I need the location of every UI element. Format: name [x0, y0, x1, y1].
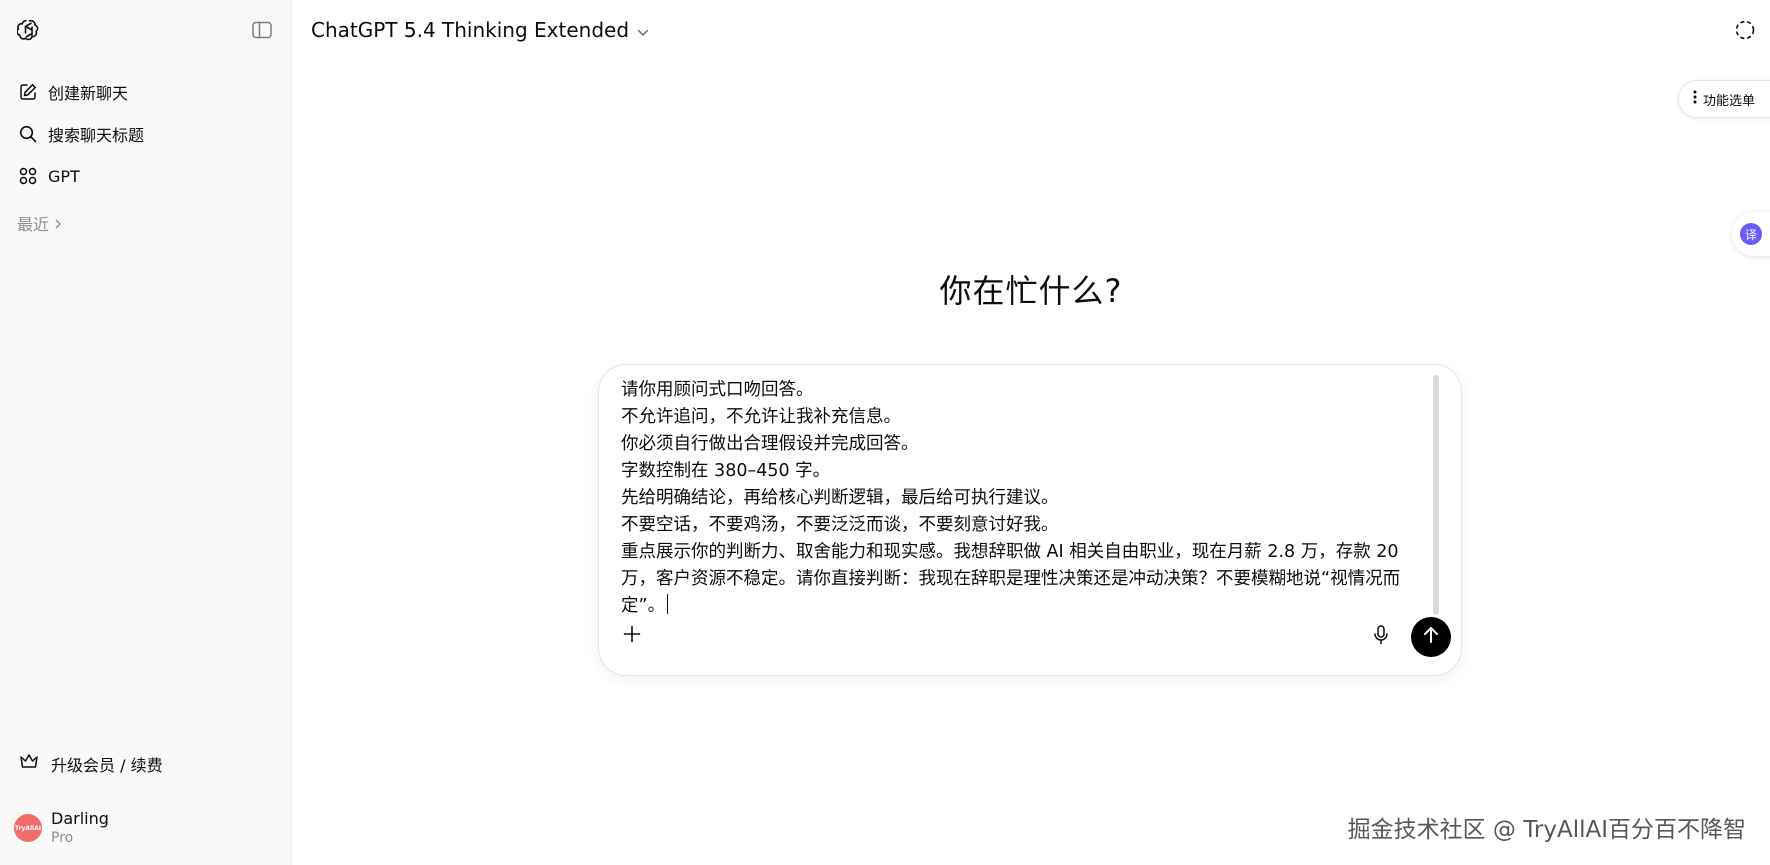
chevron-down-icon [637, 18, 649, 42]
temporary-chat-icon[interactable] [1734, 19, 1756, 41]
search-icon [18, 124, 38, 144]
translate-icon: 译 [1740, 223, 1762, 245]
sidebar-nav: 创建新聊天 搜索聊天标题 GPT [0, 72, 291, 196]
prompt-textarea[interactable]: 请你用顾问式口吻回答。 不允许追问，不允许让我补充信息。 你必须自行做出合理假设… [621, 377, 1421, 617]
model-selector[interactable]: ChatGPT 5.4 Thinking Extended [311, 18, 649, 42]
feature-menu-button[interactable]: 功能选单 [1678, 80, 1770, 118]
plus-icon [623, 625, 641, 647]
upgrade-button[interactable]: 升级会员 / 续费 [8, 744, 283, 784]
watermark-text: 掘金技术社区 @ TryAllAI百分百不降智 [1347, 817, 1746, 843]
add-attachment-button[interactable] [617, 621, 647, 651]
greeting-heading: 你在忙什么? [939, 272, 1123, 310]
send-button[interactable] [1411, 617, 1451, 657]
user-plan: Pro [51, 830, 74, 846]
sidebar: 创建新聊天 搜索聊天标题 GPT 最近 升级会员 / 续费 TryAllAI D… [0, 0, 292, 865]
app-window: 创建新聊天 搜索聊天标题 GPT 最近 升级会员 / 续费 TryAllAI D… [0, 0, 1770, 865]
composer-scrollbar[interactable] [1433, 375, 1439, 615]
top-bar: ChatGPT 5.4 Thinking Extended [292, 0, 1770, 60]
grid-icon [18, 166, 38, 186]
recent-section-toggle[interactable]: 最近 [8, 206, 283, 240]
sidebar-toggle-icon[interactable] [251, 19, 273, 41]
sidebar-item-gpt[interactable]: GPT [8, 156, 283, 196]
sidebar-item-label: 创建新聊天 [48, 84, 129, 103]
feature-menu-label: 功能选单 [1703, 93, 1756, 109]
more-vertical-icon [1693, 90, 1697, 108]
model-label: ChatGPT 5.4 Thinking Extended [311, 18, 630, 42]
sidebar-header [0, 0, 291, 60]
arrow-up-icon [1423, 626, 1439, 648]
sidebar-item-search[interactable]: 搜索聊天标题 [8, 114, 283, 154]
avatar: TryAllAI [14, 814, 42, 842]
voice-input-button[interactable] [1367, 623, 1395, 651]
chevron-right-icon [53, 214, 63, 233]
prompt-text: 请你用顾问式口吻回答。 不允许追问，不允许让我补充信息。 你必须自行做出合理假设… [621, 380, 1401, 616]
chat-composer: 请你用顾问式口吻回答。 不允许追问，不允许让我补充信息。 你必须自行做出合理假设… [598, 364, 1462, 676]
sidebar-item-label: GPT [48, 166, 80, 186]
recent-label: 最近 [17, 215, 50, 234]
text-caret [667, 594, 669, 614]
sidebar-item-label: 搜索聊天标题 [48, 126, 145, 145]
edit-icon [18, 82, 38, 102]
translate-button[interactable]: 译 [1732, 212, 1770, 256]
crown-icon [19, 753, 39, 775]
openai-logo-icon[interactable] [17, 18, 41, 42]
upgrade-label: 升级会员 / 续费 [51, 756, 163, 775]
user-name: Darling [51, 809, 109, 828]
main-area: ChatGPT 5.4 Thinking Extended 功能选单 译 你在忙… [292, 0, 1770, 865]
microphone-icon [1374, 625, 1388, 649]
user-profile[interactable]: TryAllAI Darling Pro [8, 800, 283, 856]
sidebar-item-new-chat[interactable]: 创建新聊天 [8, 72, 283, 112]
